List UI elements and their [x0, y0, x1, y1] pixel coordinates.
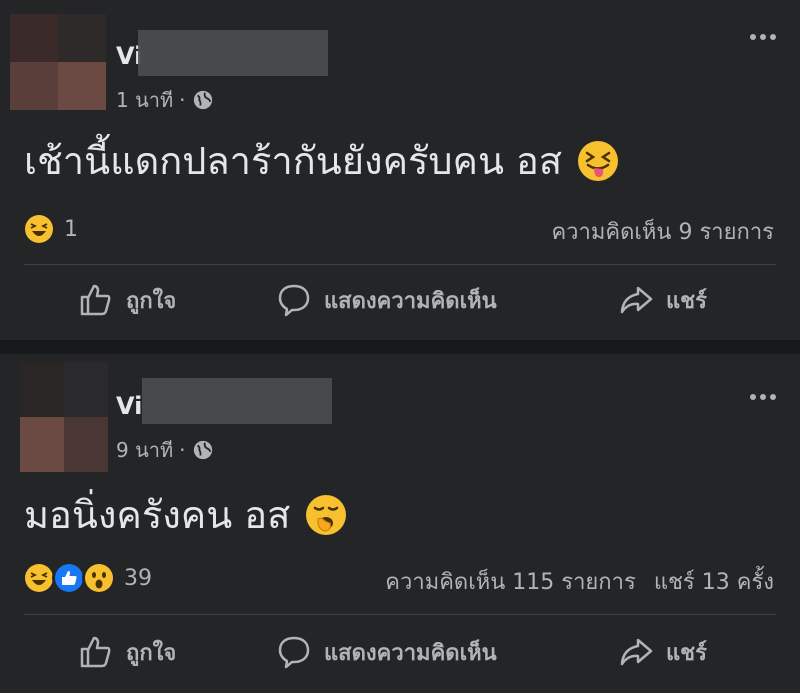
comment-label: แสดงความคิดเห็น	[324, 640, 497, 666]
comment-label: แสดงความคิดเห็น	[324, 288, 497, 314]
post-text-content: มอนิ่งครังคน อส	[24, 493, 291, 537]
like-button[interactable]: ถูกใจ	[78, 634, 176, 670]
name-blur-mask	[142, 378, 332, 424]
thumbs-up-icon	[80, 636, 111, 668]
thumbs-up-icon	[80, 284, 111, 316]
author-name[interactable]: Vi	[116, 392, 142, 420]
post-stats: ความคิดเห็น 115 รายการ แชร์ 13 ครั้ง	[385, 564, 774, 599]
divider	[24, 264, 776, 265]
post-time[interactable]: 9 นาที	[116, 434, 173, 466]
share-arrow-icon	[620, 638, 653, 666]
squinting-face-with-tongue-icon	[578, 140, 619, 181]
share-button[interactable]: แชร์	[618, 282, 707, 318]
like-label: ถูกใจ	[126, 640, 177, 666]
comment-count[interactable]: ความคิดเห็น 9 รายการ	[551, 214, 774, 249]
separator: ·	[179, 88, 186, 112]
share-button[interactable]: แชร์	[618, 634, 707, 670]
globe-icon	[193, 90, 212, 110]
post-stats: ความคิดเห็น 9 รายการ	[551, 214, 774, 249]
globe-icon	[193, 440, 212, 460]
reaction-count: 1	[64, 216, 78, 242]
comment-count[interactable]: ความคิดเห็น 115 รายการ	[385, 564, 636, 599]
more-options-icon[interactable]	[750, 34, 776, 40]
share-count[interactable]: แชร์ 13 ครั้ง	[654, 564, 774, 599]
more-options-icon[interactable]	[750, 394, 776, 400]
reaction-count: 39	[124, 565, 152, 591]
post-meta: 9 นาที ·	[116, 434, 214, 466]
separator: ·	[179, 438, 186, 462]
wow-reaction-icon	[82, 561, 116, 595]
reactions-summary[interactable]: 1	[22, 212, 78, 246]
comment-bubble-icon	[278, 284, 310, 317]
haha-reaction-icon	[22, 212, 56, 246]
divider	[24, 614, 776, 615]
comment-button[interactable]: แสดงความคิดเห็น	[276, 282, 497, 318]
comment-bubble-icon	[278, 636, 310, 669]
post-time[interactable]: 1 นาที	[116, 84, 173, 116]
post-text: มอนิ่งครังคน อส	[24, 484, 348, 545]
post-meta: 1 นาที ·	[116, 84, 214, 116]
like-reaction-icon	[52, 561, 86, 595]
post-text: เช้านี้แดกปลาร้ากันยังครับคน อส	[24, 130, 620, 191]
haha-reaction-icon	[22, 561, 56, 595]
reactions-summary[interactable]: 39	[22, 561, 152, 595]
name-blur-mask	[138, 30, 328, 76]
post-card: Vi 1 นาที · เช้านี้แดกปลาร้ากันยังครับคน…	[0, 0, 800, 340]
like-button[interactable]: ถูกใจ	[78, 282, 176, 318]
post-text-content: เช้านี้แดกปลาร้ากันยังครับคน อส	[24, 139, 563, 183]
avatar[interactable]	[20, 362, 108, 472]
post-card: Vi 9 นาที · มอนิ่งครังคน อส 39 ความคิดเห…	[0, 354, 800, 693]
share-label: แชร์	[666, 640, 707, 666]
share-label: แชร์	[666, 288, 707, 314]
share-arrow-icon	[620, 286, 653, 314]
avatar[interactable]	[10, 14, 106, 110]
yawning-face-icon	[306, 494, 347, 535]
like-label: ถูกใจ	[126, 288, 177, 314]
comment-button[interactable]: แสดงความคิดเห็น	[276, 634, 497, 670]
